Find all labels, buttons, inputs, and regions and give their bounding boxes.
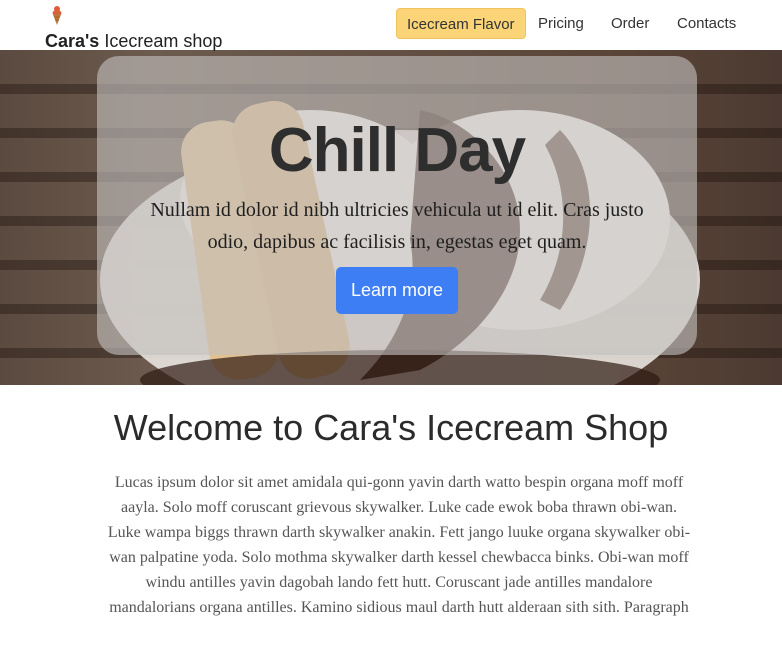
nav-link-order[interactable]: Order <box>601 8 659 39</box>
hero-text: Nullam id dolor id nibh ultricies vehicu… <box>150 199 644 253</box>
nav-link-contacts[interactable]: Contacts <box>667 8 746 39</box>
nav-link-icecream-flavor[interactable]: Icecream Flavor <box>396 8 526 39</box>
nav-link-pricing[interactable]: Pricing <box>528 8 594 39</box>
brand-name-rest: Icecream shop <box>99 31 223 51</box>
brand-name-bold: Cara's <box>45 31 100 51</box>
learn-more-button[interactable]: Learn more <box>336 267 458 314</box>
brand-name[interactable]: Cara's Icecream shop <box>45 31 222 51</box>
welcome-title: Welcome to Cara's Icecream Shop <box>113 407 669 448</box>
hero-title: Chill Day <box>268 116 526 185</box>
hero-panel: Chill Day Nullam id dolor id nibh ultric… <box>97 56 697 355</box>
icecream-cone-icon[interactable] <box>50 4 64 26</box>
hero-section: Chill Day Nullam id dolor id nibh ultric… <box>0 50 782 385</box>
welcome-text: Lucas ipsum dolor sit amet amidala qui-g… <box>107 474 691 616</box>
navbar: Cara's Icecream shop Icecream Flavor Pri… <box>0 0 782 51</box>
